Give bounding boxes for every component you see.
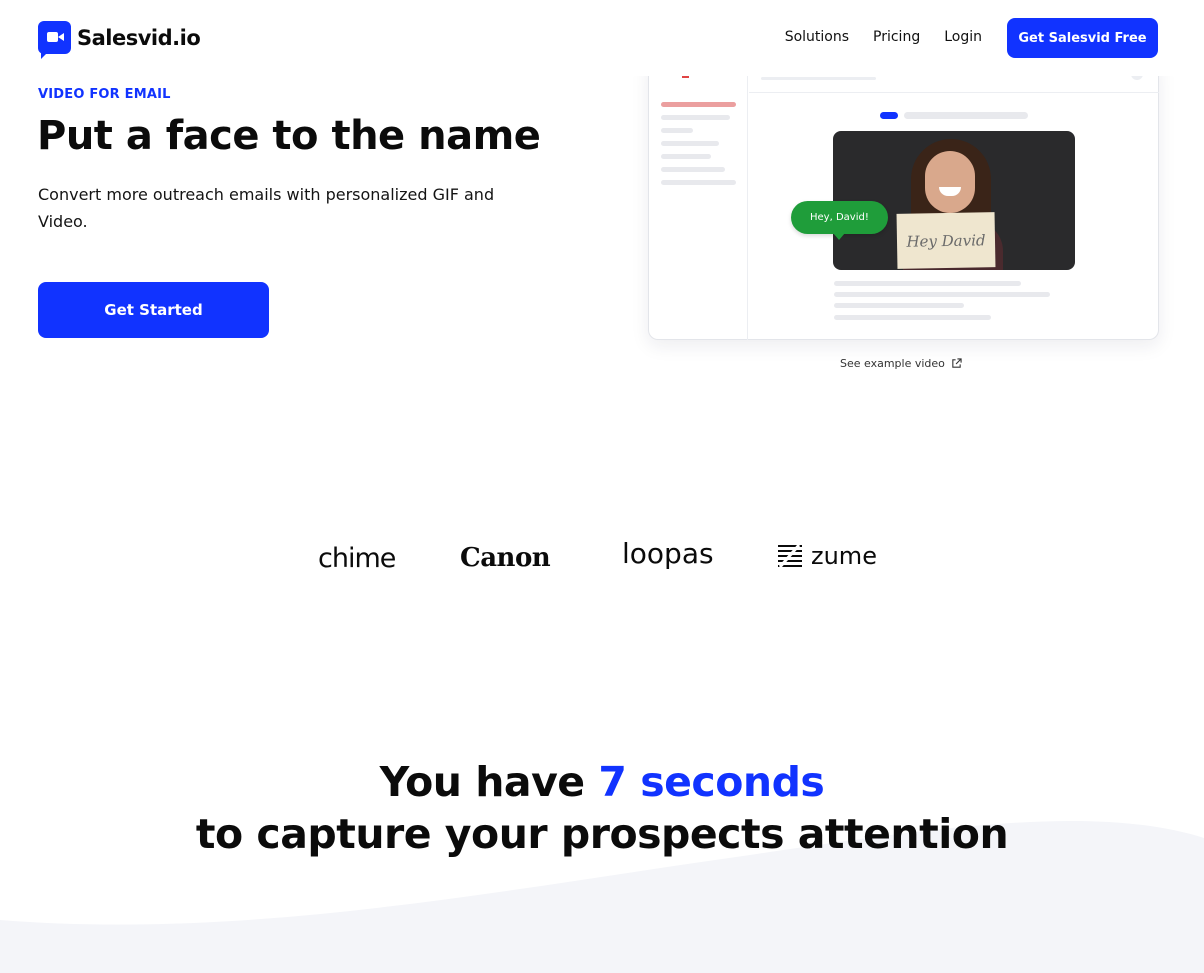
placeholder-bar <box>661 154 711 159</box>
nav-link-login[interactable]: Login <box>944 29 982 45</box>
chime-logo: chime <box>318 543 396 574</box>
placeholder-bar <box>661 115 730 120</box>
email-mockup: Hey David Hey, David! <box>648 60 1159 340</box>
zume-mark-icon <box>778 544 802 568</box>
hero-title: Put a face to the name <box>37 113 541 159</box>
nav-links: Solutions Pricing Login <box>785 29 982 45</box>
placeholder-pill <box>880 112 898 119</box>
see-example-video-link[interactable]: See example video <box>840 357 962 370</box>
placeholder-bar <box>834 281 1021 286</box>
placeholder-bar <box>661 167 725 172</box>
placeholder-bar <box>834 315 991 320</box>
placeholder-bar <box>661 128 693 133</box>
headline-highlight: 7 seconds <box>598 758 825 806</box>
brand-logo[interactable]: Salesvid.io <box>38 21 201 59</box>
video-camera-icon <box>38 21 71 59</box>
nav-link-pricing[interactable]: Pricing <box>873 29 920 45</box>
headline-post: to capture your prospects attention <box>195 810 1009 858</box>
placeholder-bar <box>661 102 736 107</box>
hero-eyebrow: VIDEO FOR EMAIL <box>38 87 171 102</box>
placeholder-bar <box>661 180 736 185</box>
placeholder-bar <box>661 141 719 146</box>
divider <box>749 92 1159 93</box>
headline-pre: You have <box>379 758 599 806</box>
brand-name: Salesvid.io <box>77 25 201 50</box>
canon-logo: Canon <box>460 543 551 573</box>
hero-subtitle: Convert more outreach emails with person… <box>38 185 495 231</box>
greeting-bubble: Hey, David! <box>791 201 888 240</box>
zume-wordmark: zume <box>811 542 877 570</box>
loopas-logo: loopas <box>622 537 714 570</box>
section-headline: You have 7 seconds to capture your prosp… <box>0 756 1204 860</box>
placeholder-bar <box>761 77 876 80</box>
mockup-sidebar <box>649 60 748 340</box>
handwritten-sign: Hey David <box>896 212 996 269</box>
get-salesvid-free-button[interactable]: Get Salesvid Free <box>1007 18 1158 58</box>
get-started-button[interactable]: Get Started <box>38 282 269 338</box>
top-nav: Salesvid.io Solutions Pricing Login Get … <box>0 0 1204 76</box>
placeholder-bar <box>904 112 1028 119</box>
customer-logos: chime Canon loopas zume <box>318 535 878 575</box>
nav-link-solutions[interactable]: Solutions <box>785 29 849 45</box>
zume-logo: zume <box>777 542 877 570</box>
placeholder-bar <box>834 303 964 308</box>
see-example-label: See example video <box>840 357 945 370</box>
placeholder-bar <box>834 292 1050 297</box>
external-link-icon <box>952 358 962 368</box>
